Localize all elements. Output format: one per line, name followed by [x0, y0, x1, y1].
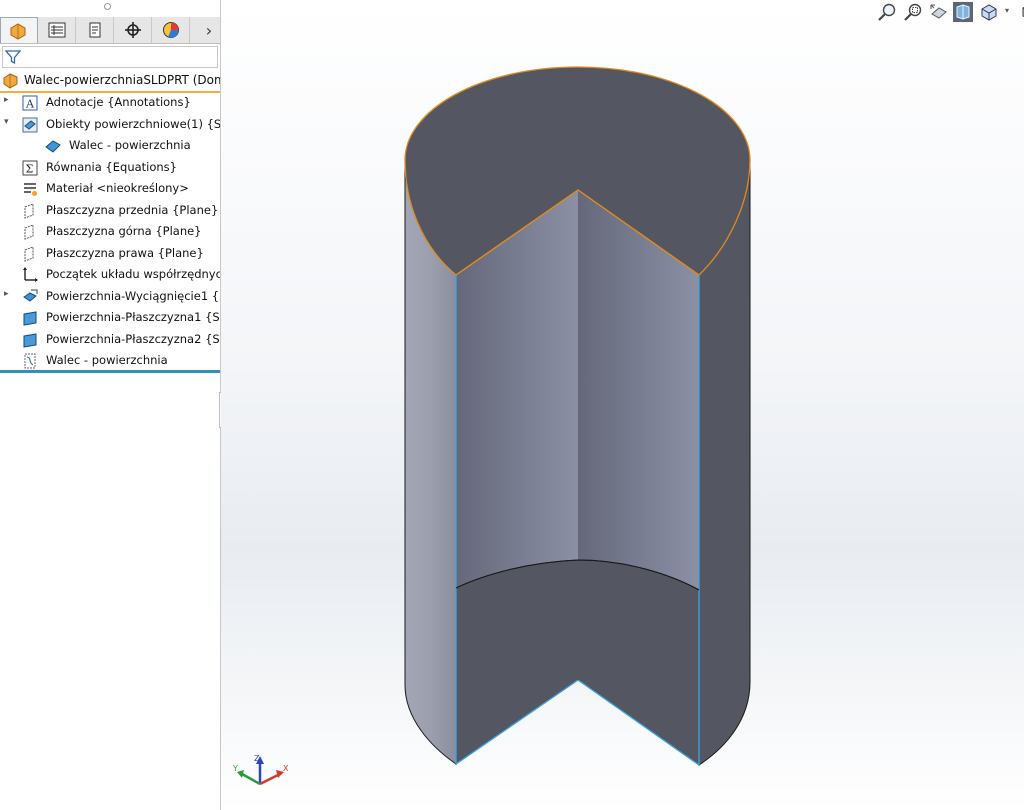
previous-view-icon[interactable] [929, 2, 949, 22]
tree-item[interactable]: Walec - powierzchnia [0, 350, 220, 371]
section-view-icon[interactable] [953, 2, 973, 22]
zoom-to-area-icon[interactable] [903, 2, 923, 22]
annotations-icon: A [22, 95, 38, 111]
graphics-viewport[interactable]: ▾ ▾ ▾ ▾ ▾ [221, 0, 1024, 810]
surface-plane-icon [22, 310, 38, 326]
tree-item-label: Płaszczyzna górna {Plane} [46, 224, 202, 238]
tree-item[interactable]: ▸ Powierzchnia-Wyciągnięcie1 {Surface-Ext… [0, 286, 220, 307]
collapse-arrow-icon[interactable]: ▾ [4, 117, 9, 127]
tree-item[interactable]: Płaszczyzna górna {Plane} [0, 221, 220, 242]
tree-item-label: Powierzchnia-Wyciągnięcie1 {Surface-Extr… [46, 289, 220, 303]
tree-item[interactable]: Powierzchnia-Płaszczyzna1 {Surface-Plane… [0, 307, 220, 328]
configuration-manager-icon [89, 22, 100, 38]
tree-item[interactable]: Płaszczyzna prawa {Plane} [0, 243, 220, 264]
tree-item[interactable]: ▾ Obiekty powierzchniowe(1) {Surface Bodi… [0, 114, 220, 135]
dimxpert-icon [124, 22, 141, 38]
tree-item-label: Równania {Equations} [46, 160, 177, 174]
plane-icon [22, 224, 38, 240]
tree-item[interactable]: Walec - powierzchnia [0, 135, 220, 156]
triad-x-label: X [283, 764, 289, 773]
filter-icon [5, 50, 21, 65]
tab-property-manager[interactable] [38, 17, 76, 43]
tree-item[interactable]: Początek układu współrzędnych {Origin} [0, 264, 220, 285]
tree-root-label: Walec-powierzchniaSLDPRT (Domyślna [24, 73, 220, 87]
tree-root-part[interactable]: Walec-powierzchniaSLDPRT (Domyślna [0, 71, 220, 93]
rollback-bar[interactable] [0, 370, 220, 373]
display-manager-icon [162, 22, 179, 38]
feature-manager-icon [10, 22, 26, 40]
cylinder-model[interactable] [221, 0, 1024, 810]
origin-icon [22, 267, 38, 283]
plane-icon [22, 203, 38, 219]
feature-manager-panel: › Walec-powierzchniaSLDPRT (Domyślna ▸ AA… [0, 0, 221, 810]
panel-tabs: › [0, 17, 220, 44]
sketch-icon [22, 353, 38, 369]
surface-bodies-icon [22, 117, 38, 133]
svg-text:A: A [25, 98, 35, 111]
expand-arrow-icon[interactable]: ▸ [4, 95, 9, 105]
equations-icon: Σ [22, 160, 38, 176]
part-icon [3, 73, 18, 89]
more-tabs-chevron-icon[interactable]: › [198, 17, 220, 43]
tree-item-label: Początek układu współrzędnych {Origin} [46, 267, 220, 281]
tab-configuration-manager[interactable] [76, 17, 114, 43]
panel-grip[interactable] [104, 3, 111, 10]
tree-item-label: Materiał <nieokreślony> [46, 181, 189, 195]
property-manager-icon [48, 22, 65, 38]
tree-item-label: Płaszczyzna przednia {Plane} [46, 203, 219, 217]
expand-arrow-icon[interactable]: ▸ [4, 289, 9, 299]
tree-item-label: Powierzchnia-Płaszczyzna1 {Surface-Plane… [46, 310, 220, 324]
svg-text:Σ: Σ [26, 163, 34, 176]
surface-plane-icon [22, 332, 38, 348]
triad-z-label: Z [254, 754, 260, 763]
tree-item-label: Walec - powierzchnia [69, 138, 191, 152]
tab-display-manager[interactable] [152, 17, 190, 43]
tree-item-label: Adnotacje {Annotations} [46, 95, 191, 109]
tree-item-label: Obiekty powierzchniowe(1) {Surface Bodie… [46, 117, 220, 131]
tree-item-label: Walec - powierzchnia [46, 353, 168, 367]
tree-filter-input[interactable] [2, 46, 218, 68]
dynamic-annotation-icon[interactable] [979, 2, 999, 22]
tree-item[interactable]: Płaszczyzna przednia {Plane} [0, 200, 220, 221]
zoom-to-fit-icon[interactable] [877, 2, 897, 22]
coordinate-triad: Z X Y [232, 754, 292, 798]
triad-y-label: Y [232, 764, 238, 773]
surface-body-icon [45, 138, 61, 154]
tree-item-label: Powierzchnia-Płaszczyzna2 {Surface-Plane… [46, 332, 220, 346]
material-icon [22, 181, 38, 197]
view-orientation-icon[interactable] [1019, 2, 1024, 22]
tab-dimxpert-manager[interactable] [114, 17, 152, 43]
plane-icon [22, 246, 38, 262]
tree-item[interactable]: ▸ A Adnotacje {Annotations} [0, 92, 220, 113]
surface-extrude-icon [22, 289, 38, 305]
tree-item[interactable]: Materiał <nieokreślony> [0, 178, 220, 199]
tree-item[interactable]: Powierzchnia-Płaszczyzna2 {Surface-Plane… [0, 329, 220, 350]
tree-item[interactable]: Σ Równania {Equations} [0, 157, 220, 178]
tree-item-label: Płaszczyzna prawa {Plane} [46, 246, 204, 260]
tab-feature-manager[interactable] [0, 17, 38, 43]
